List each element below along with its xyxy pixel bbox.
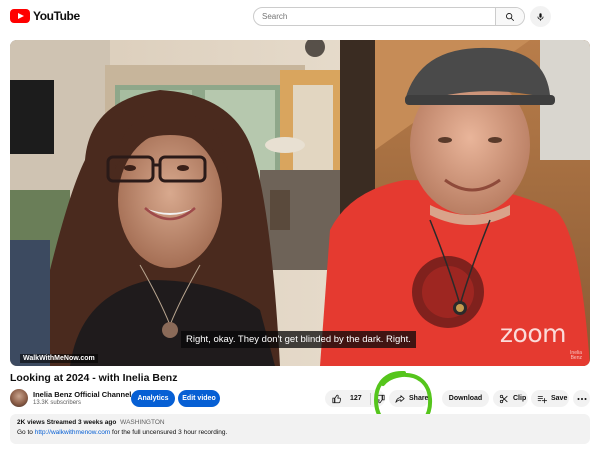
dislike-button[interactable] bbox=[375, 394, 385, 404]
save-label: Save bbox=[551, 395, 568, 402]
logo-text: YouTube bbox=[33, 9, 80, 23]
description-suffix: for the full uncensured 3 hour recording… bbox=[110, 429, 228, 436]
youtube-logo[interactable]: YouTube bbox=[10, 9, 80, 23]
participant-name-tag: Inelia Benz bbox=[570, 350, 582, 361]
like-count: 127 bbox=[350, 395, 362, 402]
watermark: WalkWithMeNow.com bbox=[20, 354, 98, 363]
share-button[interactable]: Share bbox=[389, 390, 429, 407]
description-prefix: Go to bbox=[17, 429, 35, 436]
scissors-icon bbox=[499, 394, 509, 404]
subscriber-count: 13.3K subscribers bbox=[33, 400, 82, 406]
download-button[interactable]: Download bbox=[442, 390, 489, 407]
more-horizontal-icon bbox=[577, 397, 586, 400]
share-label: Share bbox=[409, 395, 429, 402]
description-link[interactable]: http://walkwithmenow.com bbox=[35, 429, 111, 436]
save-button[interactable]: Save bbox=[531, 390, 569, 407]
video-frame bbox=[10, 40, 590, 366]
playlist-add-icon bbox=[537, 394, 547, 404]
clip-button[interactable]: Clip bbox=[493, 390, 528, 407]
youtube-play-icon bbox=[10, 9, 30, 23]
analytics-button[interactable]: Analytics bbox=[131, 390, 175, 407]
share-icon bbox=[395, 394, 405, 404]
location-tag[interactable]: WASHINGTON bbox=[120, 419, 164, 426]
search-input[interactable] bbox=[254, 8, 495, 25]
channel-avatar[interactable] bbox=[10, 389, 28, 407]
more-actions-button[interactable] bbox=[573, 390, 590, 407]
description-box[interactable]: 2K views Streamed 3 weeks ago WASHINGTON… bbox=[10, 414, 590, 444]
edit-video-button[interactable]: Edit video bbox=[178, 390, 220, 407]
channel-name[interactable]: Inelia Benz Official Channel bbox=[33, 390, 131, 399]
video-title: Looking at 2024 - with Inelia Benz bbox=[10, 372, 178, 384]
clip-label: Clip bbox=[513, 395, 527, 402]
thumbs-up-icon bbox=[332, 394, 341, 403]
video-player[interactable]: WalkWithMeNow.com zoom Inelia Benz bbox=[10, 40, 590, 366]
view-stats: 2K views Streamed 3 weeks ago bbox=[17, 419, 117, 426]
voice-search-button[interactable] bbox=[530, 6, 551, 27]
search-button[interactable] bbox=[495, 8, 524, 25]
thumbs-down-icon bbox=[376, 394, 385, 403]
video-caption: Right, okay. They don't get blinded by t… bbox=[181, 331, 416, 348]
like-button[interactable] bbox=[332, 394, 342, 404]
microphone-icon bbox=[537, 12, 544, 21]
masthead: YouTube bbox=[0, 0, 600, 34]
search-box bbox=[253, 7, 525, 26]
description-text: Go to http://walkwithmenow.com for the f… bbox=[17, 429, 583, 436]
zoom-watermark: zoom bbox=[499, 319, 567, 348]
search-icon bbox=[506, 12, 515, 21]
description-meta: 2K views Streamed 3 weeks ago WASHINGTON bbox=[17, 419, 583, 426]
download-label: Download bbox=[448, 395, 483, 402]
like-dislike-group: 127 bbox=[325, 390, 385, 407]
